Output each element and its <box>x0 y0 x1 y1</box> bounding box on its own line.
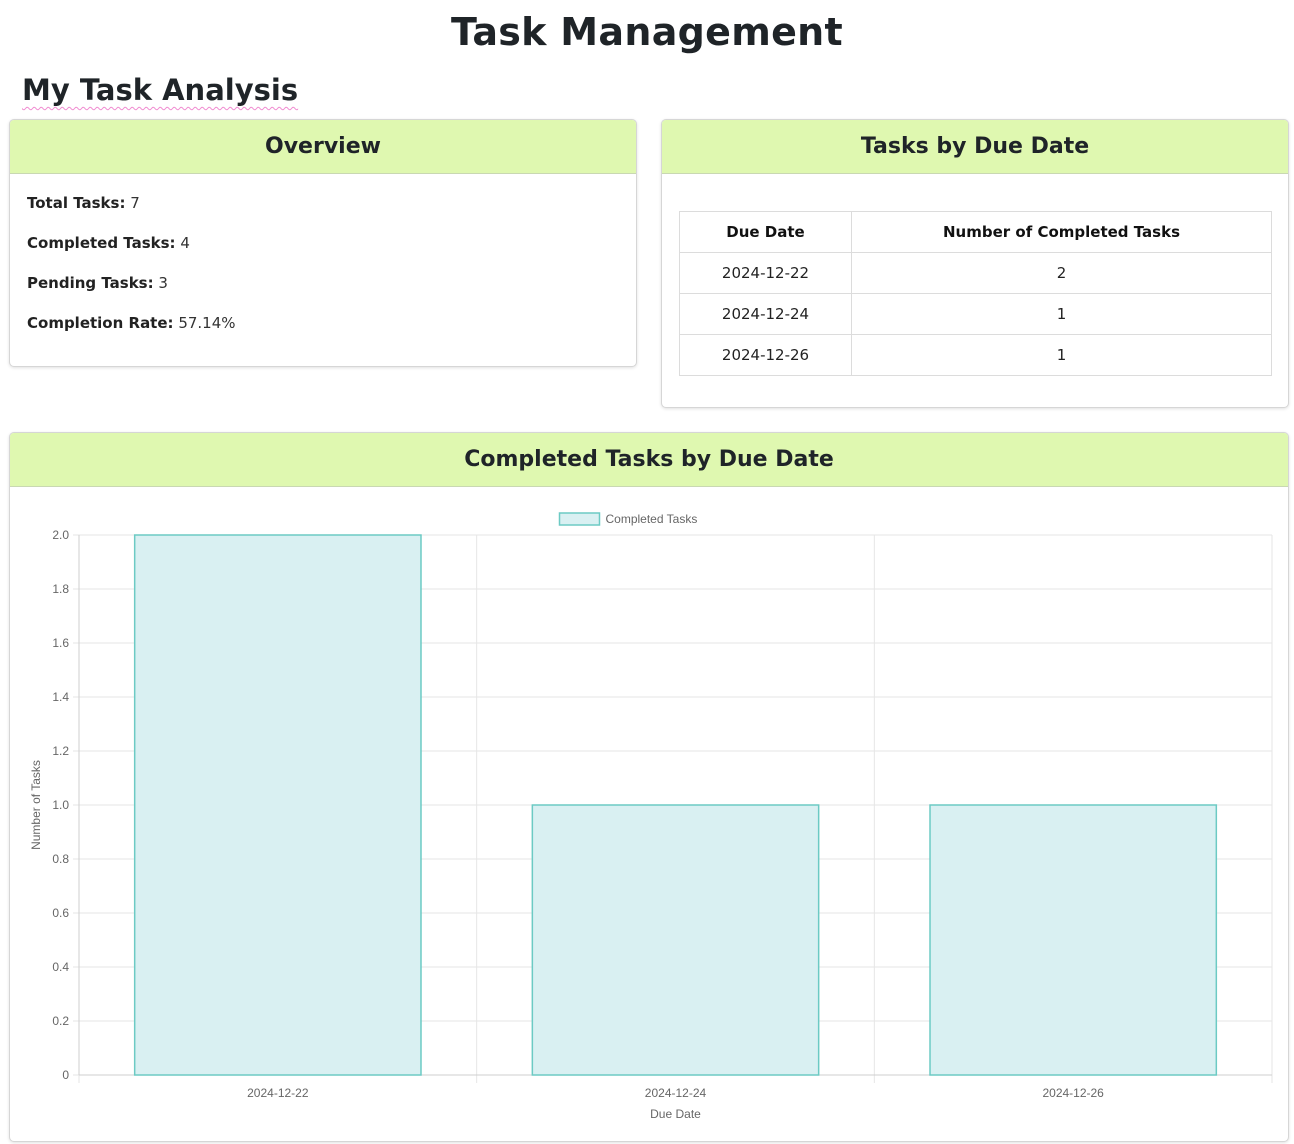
y-tick-label: 1.8 <box>52 582 69 596</box>
tasks-by-due-date-card: Tasks by Due Date Due Date Number of Com… <box>661 119 1289 408</box>
legend-label: Completed Tasks <box>606 512 698 526</box>
table-row: 2024-12-24 1 <box>679 293 1272 335</box>
stat-pending-tasks: Pending Tasks: 3 <box>27 274 168 292</box>
completed-count-cell: 1 <box>851 293 1272 335</box>
x-tick-label: 2024-12-26 <box>1042 1086 1104 1100</box>
stat-label: Completion Rate: <box>27 314 174 332</box>
y-tick-label: 1.0 <box>52 798 69 812</box>
table-row: 2024-12-22 2 <box>679 252 1272 294</box>
due-date-cell: 2024-12-22 <box>679 252 852 294</box>
y-tick-label: 0.8 <box>52 852 69 866</box>
bar-2024-12-22 <box>133 534 422 1076</box>
overview-card: Overview Total Tasks: 7 Completed Tasks:… <box>9 119 637 367</box>
y-axis-title: Number of Tasks <box>29 760 43 850</box>
column-header-due-date: Due Date <box>679 211 852 253</box>
stat-label: Total Tasks: <box>27 194 126 212</box>
y-tick-label: 1.2 <box>52 744 69 758</box>
x-tick-label: 2024-12-24 <box>645 1086 707 1100</box>
stat-value: 3 <box>158 274 168 292</box>
stat-completed-tasks: Completed Tasks: 4 <box>27 234 190 252</box>
y-tick-label: 0.4 <box>52 960 69 974</box>
y-tick-label: 1.4 <box>52 690 69 704</box>
section-title: My Task Analysis <box>22 73 299 107</box>
tasks-by-due-date-title: Tasks by Due Date <box>662 120 1288 174</box>
column-header-completed-count: Number of Completed Tasks <box>851 211 1272 253</box>
stat-value: 57.14% <box>178 314 236 332</box>
y-tick-label: 1.6 <box>52 636 69 650</box>
overview-card-title: Overview <box>10 120 636 174</box>
completed-tasks-bar-chart: 0 0.2 0.4 0.6 0.8 1.0 1.2 1.4 1.6 1.8 2.0 2024-12-2… <box>29 512 1273 1121</box>
y-tick-label: 0 <box>62 1068 69 1082</box>
table-header-row: Due Date Number of Completed Tasks <box>679 211 1272 253</box>
page-title: Task Management <box>451 10 843 54</box>
legend-swatch <box>558 512 601 526</box>
stat-value: 7 <box>130 194 140 212</box>
stat-label: Pending Tasks: <box>27 274 154 292</box>
bar-2024-12-24 <box>531 804 820 1076</box>
y-tick-label: 0.6 <box>52 906 69 920</box>
due-date-cell: 2024-12-26 <box>679 334 852 376</box>
completed-count-cell: 2 <box>851 252 1272 294</box>
y-tick-label: 0.2 <box>52 1014 69 1028</box>
y-tick-label: 2.0 <box>52 528 69 542</box>
chart-card-title: Completed Tasks by Due Date <box>10 433 1288 487</box>
chart-card: Completed Tasks by Due Date 0 0.2 0.4 0.6 0.… <box>9 432 1289 1142</box>
completed-count-cell: 1 <box>851 334 1272 376</box>
stat-value: 4 <box>180 234 190 252</box>
x-axis-title: Due Date <box>650 1107 701 1121</box>
table-row: 2024-12-26 1 <box>679 334 1272 376</box>
x-tick-label: 2024-12-22 <box>247 1086 309 1100</box>
due-date-cell: 2024-12-24 <box>679 293 852 335</box>
bar-2024-12-26 <box>929 804 1218 1076</box>
stat-label: Completed Tasks: <box>27 234 176 252</box>
stat-total-tasks: Total Tasks: 7 <box>27 194 140 212</box>
due-date-table: Due Date Number of Completed Tasks 2024-… <box>679 211 1272 376</box>
stat-completion-rate: Completion Rate: 57.14% <box>27 314 236 332</box>
